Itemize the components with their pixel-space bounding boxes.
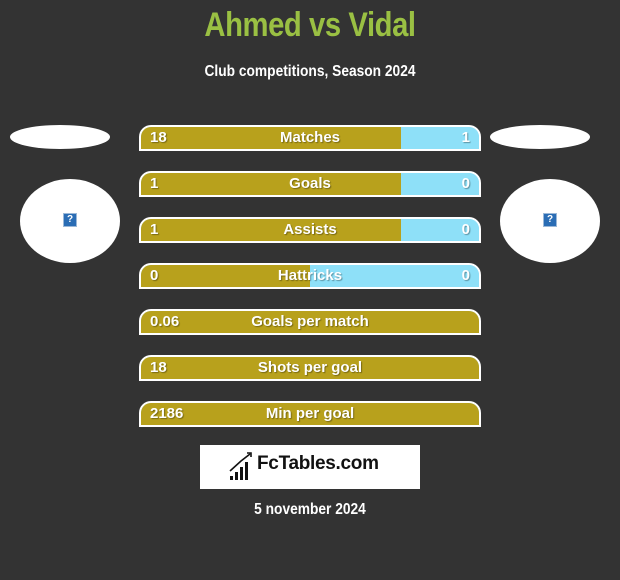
right-team-logo: ? (500, 179, 600, 263)
brand-logo[interactable]: FcTables.com (200, 445, 420, 489)
competition-subtitle: Club competitions, Season 2024 (204, 63, 416, 80)
stat-row: 18 Matches 1 (139, 125, 481, 151)
right-player-badge (490, 125, 590, 149)
stat-row: 0.06 Goals per match (139, 309, 481, 335)
stat-label: Shots per goal (257, 359, 363, 376)
stat-label: Min per goal (265, 405, 355, 422)
left-player-badge (10, 125, 110, 149)
stat-label: Assists (283, 221, 337, 238)
stat-row: 1 Goals 0 (139, 171, 481, 197)
report-date: 5 november 2024 (254, 501, 366, 518)
page-title: Ahmed vs Vidal (204, 6, 416, 44)
stat-row: 1 Assists 0 (139, 217, 481, 243)
stat-row: 0 Hattricks 0 (139, 263, 481, 289)
right-value: 0 (461, 221, 470, 238)
stat-label: Matches (279, 129, 341, 146)
left-team-logo: ? (20, 179, 120, 263)
stat-row: 2186 Min per goal (139, 401, 481, 427)
stat-label: Hattricks (277, 267, 343, 284)
missing-image-icon: ? (543, 213, 557, 227)
stat-label: Goals (289, 175, 331, 192)
right-value: 0 (461, 175, 470, 192)
right-value: 1 (461, 129, 470, 146)
bar-chart-icon (229, 452, 252, 480)
stat-label: Goals per match (251, 313, 369, 330)
missing-image-icon: ? (63, 213, 77, 227)
right-value: 0 (461, 267, 470, 284)
stat-row: 18 Shots per goal (139, 355, 481, 381)
brand-name: FcTables.com (257, 453, 379, 474)
